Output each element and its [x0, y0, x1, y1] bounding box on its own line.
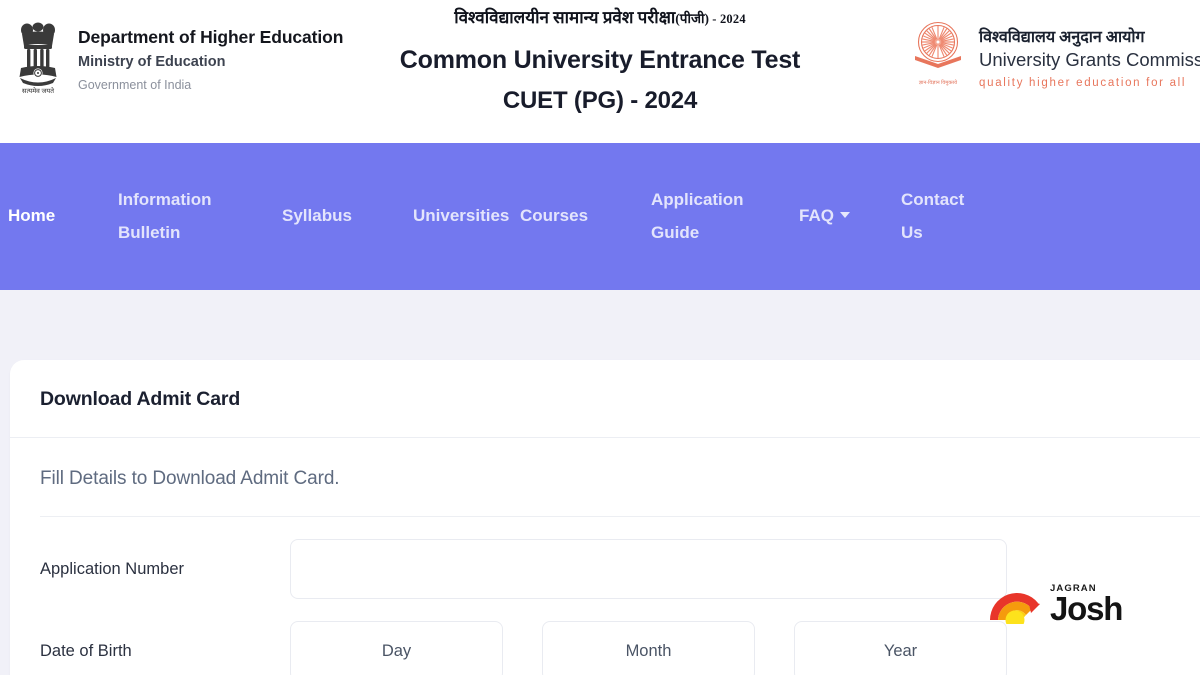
- ugc-name-english: University Grants Commission: [979, 49, 1200, 71]
- card-body: Fill Details to Download Admit Card. App…: [10, 438, 1200, 675]
- nav-item-application-guide[interactable]: Application Guide: [651, 184, 799, 250]
- date-of-birth-control: Day Month Year: [290, 621, 1200, 675]
- nav-item-faq-label: FAQ: [799, 206, 834, 226]
- dob-day-select[interactable]: Day: [290, 621, 503, 675]
- ugc-branding: ज्ञान-विज्ञान विमुक्तये विश्वविद्यालय अन…: [905, 20, 1200, 92]
- main-navigation: Home Information Bulletin Syllabus Unive…: [0, 143, 1200, 290]
- application-number-input[interactable]: [290, 539, 1007, 599]
- application-number-control: [290, 539, 1200, 599]
- ugc-name-hindi: विश्वविद्यालय अनुदान आयोग: [979, 29, 1145, 46]
- exam-title-hindi-dash: -: [708, 12, 720, 26]
- exam-title-hindi-main: विश्वविद्यालयीन सामान्य प्रवेश परीक्षा: [454, 8, 676, 27]
- nav-item-courses[interactable]: Courses: [520, 200, 651, 233]
- form-instruction: Fill Details to Download Admit Card.: [40, 468, 1200, 517]
- government-name: Government of India: [78, 77, 192, 92]
- ministry-branding: सत्यमेव जयते Department of Higher Educat…: [0, 0, 420, 100]
- dob-month-select[interactable]: Month: [542, 621, 755, 675]
- nav-item-information-bulletin[interactable]: Information Bulletin: [118, 184, 282, 250]
- page-title: Download Admit Card: [40, 388, 241, 410]
- nav-item-contact-us[interactable]: Contact Us: [901, 184, 1011, 250]
- site-header: सत्यमेव जयते Department of Higher Educat…: [0, 0, 1200, 143]
- nav-item-home[interactable]: Home: [8, 200, 118, 233]
- card-header: Download Admit Card: [10, 360, 1200, 438]
- dob-year-select[interactable]: Year: [794, 621, 1007, 675]
- ugc-chakra-icon: ज्ञान-विज्ञान विमुक्तये: [905, 20, 971, 86]
- ugc-logo-caption: ज्ञान-विज्ञान विमुक्तये: [918, 81, 958, 86]
- form-row-date-of-birth: Date of Birth Day Month Year: [40, 599, 1200, 675]
- ministry-name: Ministry of Education: [78, 54, 226, 71]
- svg-text:सत्यमेव जयते: सत्यमेव जयते: [22, 87, 54, 95]
- ashoka-emblem-icon: सत्यमेव जयते: [8, 14, 68, 100]
- ugc-text-block: विश्वविद्यालय अनुदान आयोग University Gra…: [971, 20, 1200, 92]
- ministry-text-block: Department of Higher Education Ministry …: [68, 14, 343, 94]
- department-name: Department of Higher Education: [78, 27, 344, 47]
- nav-item-universities[interactable]: Universities: [413, 200, 520, 233]
- date-of-birth-label: Date of Birth: [40, 641, 132, 660]
- download-admit-card-panel: Download Admit Card Fill Details to Down…: [10, 360, 1200, 675]
- page-content: Download Admit Card Fill Details to Down…: [0, 290, 1200, 675]
- nav-item-syllabus[interactable]: Syllabus: [282, 200, 413, 233]
- ugc-tagline: quality higher education for all: [979, 76, 1187, 89]
- form-row-application-number: Application Number: [40, 517, 1200, 599]
- application-number-label: Application Number: [40, 559, 184, 578]
- nav-item-faq[interactable]: FAQ: [799, 200, 901, 233]
- chevron-down-icon: [839, 212, 850, 219]
- exam-title-hindi-year: 2024: [719, 12, 746, 26]
- exam-title-hindi-suffix: (पीजी): [675, 11, 709, 26]
